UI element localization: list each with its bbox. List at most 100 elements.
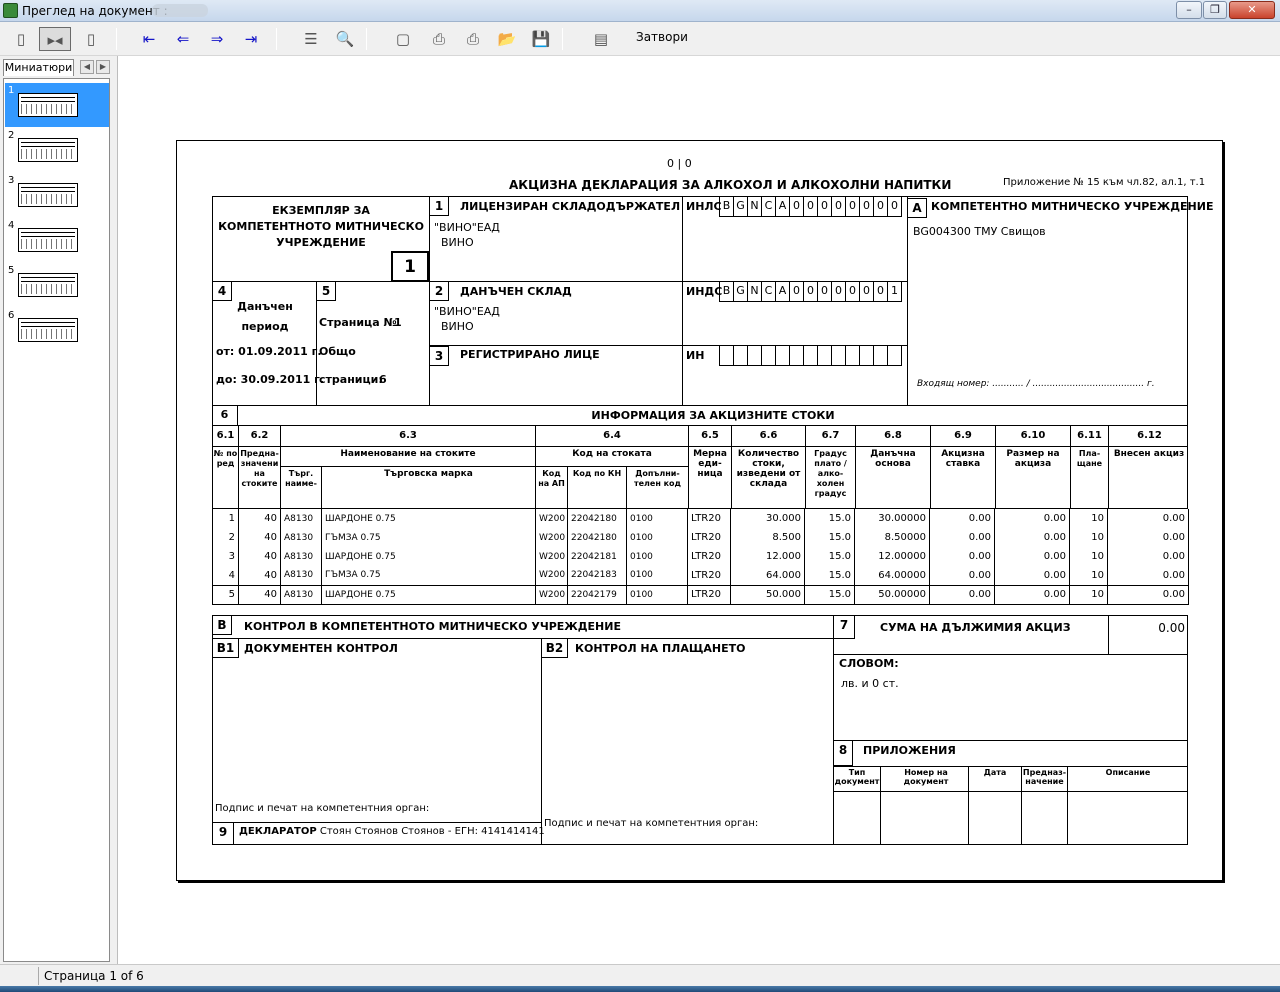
code-char-box: N [747,196,761,216]
inls-label: ИНЛС [686,200,722,213]
open-icon[interactable]: 📂 [494,27,520,51]
find-icon[interactable]: 🔍 [332,27,358,51]
last-page-icon[interactable]: ⇥ [238,27,264,51]
period-to: до: 30.09.2011 г. [216,373,325,386]
tab-scroll-left-icon[interactable]: ◀ [80,60,94,74]
row-payment: 10 [1069,566,1108,586]
row-tax-base: 12.00000 [854,547,930,566]
page-setup-icon[interactable]: ▢ [390,27,416,51]
column-number: 6.1 [213,426,239,446]
inls-code: BGNCA00000000 [719,196,902,217]
row-brand: ГЪМЗА 0.75 [321,566,536,586]
customs-office: BG004300 ТМУ Свищов [913,225,1046,238]
code-char-box [887,345,901,365]
att-date-header: Дата [983,768,1007,777]
row-unit: LTR20 [687,528,731,547]
row-code-kn: 22042179 [567,584,627,605]
minimize-button[interactable]: – [1176,1,1202,19]
thumbnail-page-6[interactable]: 6 [5,308,109,352]
single-page-view-icon[interactable]: ▯ [8,27,34,51]
thumbnail-page-2[interactable]: 2 [5,128,109,172]
att-number-header: Номер на документ [903,768,949,786]
att-description-header: Описание [1105,768,1151,777]
thumbnail-page-4[interactable]: 4 [5,218,109,262]
box-b-title: КОНТРОЛ В КОМПЕТЕНТНОТО МИТНИЧЕСКО УЧРЕЖ… [244,620,621,633]
header-code-kn: Код по КН [568,467,627,508]
in-words-value: лв. и 0 ст. [841,677,899,690]
code-char-box: 1 [887,281,901,301]
tab-scroll-right-icon[interactable]: ▶ [96,60,110,74]
row-excise-amount: 0.00 [994,528,1070,547]
row-quantity: 64.000 [730,566,805,586]
row-purpose: 40 [238,509,281,528]
row-code-kn: 22042183 [567,566,627,586]
page-status: Страница 1 of 6 [44,969,144,983]
row-excise-rate: 0.00 [929,547,995,566]
row-quantity: 8.500 [730,528,805,547]
copy-designation: ЕКЗЕМПЛЯР ЗА КОМПЕТЕНТНОТО МИТНИЧЕСКО УЧРЕ… [218,204,424,249]
thumbnail-page-1[interactable]: 1 [5,83,109,127]
row-code-kn: 22042180 [567,528,627,547]
declarant-value: Стоян Стоянов Стоянов - ЕГН: 4141414141 [319,826,545,837]
code-char-box: 0 [831,196,845,216]
row-excise-amount: 0.00 [994,566,1070,586]
code-char-box [733,345,747,365]
save-icon[interactable]: 💾 [528,27,554,51]
row-purpose: 40 [238,547,281,566]
code-char-box: 0 [873,196,887,216]
close-preview-button[interactable]: Затвори [636,30,688,44]
row-additional-code: 0100 [626,547,688,566]
row-code-kn: 22042181 [567,547,627,566]
box-b-letter: B [212,615,232,635]
code-char-box [803,345,817,365]
box-8-number: 8 [833,740,853,766]
row-number: 1 [212,509,239,528]
row-degree: 15.0 [804,566,855,586]
att-type-header: Тип документ [834,768,880,786]
previous-page-icon[interactable]: ⇐ [170,27,196,51]
column-number: 6.7 [806,426,856,446]
first-page-icon[interactable]: ⇤ [136,27,162,51]
code-char-box: G [733,196,747,216]
signature-label-b2: Подпис и печат на компетентния орган: [544,818,759,829]
table-row: 2 40 A8130 ГЪМЗА 0.75 W200 22042180 0100 LTR20 8… [212,528,1189,547]
export-icon[interactable]: ▤ [588,27,614,51]
row-code-ap: W200 [535,566,568,586]
code-char-box: 0 [859,196,873,216]
row-unit: LTR20 [687,547,731,566]
table-row: 5 40 A8130 ШАРДОНЕ 0.75 W200 22042179 0100 LTR2… [212,584,1189,605]
row-purpose: 40 [238,566,281,586]
print-icon[interactable]: ⎙ [460,27,486,51]
maximize-button[interactable]: ❐ [1203,1,1227,19]
column-number: 6.8 [856,426,931,446]
row-unit: LTR20 [687,584,731,605]
code-char-box: 0 [845,196,859,216]
two-page-view-icon[interactable]: ▸◂ [39,27,71,51]
next-page-icon[interactable]: ⇒ [204,27,230,51]
column-number: 6.5 [689,426,732,446]
box-b2-label: B2 [541,638,568,658]
toolbar: ▯ ▸◂ ▯ ⇤ ⇐ ⇒ ⇥ ☰ 🔍 ▢ ⎙ ⎙ 📂 💾 ▤ Затвори [0,22,1280,56]
row-trade-name: A8130 [280,509,322,528]
tax-warehouse-name: "ВИНО"ЕАД [434,305,500,318]
row-paid-excise: 0.00 [1107,547,1189,566]
go-to-page-icon[interactable]: ☰ [298,27,324,51]
row-additional-code: 0100 [626,528,688,547]
page-width-view-icon[interactable]: ▯ [78,27,104,51]
row-excise-rate: 0.00 [929,528,995,547]
thumbnail-page-5[interactable]: 5 [5,263,109,307]
row-paid-excise: 0.00 [1107,509,1189,528]
code-char-box [789,345,803,365]
payment-control-title: КОНТРОЛ НА ПЛАЩАНЕТО [575,642,746,655]
row-code-ap: W200 [535,509,568,528]
row-trade-name: A8130 [280,584,322,605]
tab-thumbnails[interactable]: Миниатюри [3,59,74,76]
thumbnail-page-3[interactable]: 3 [5,173,109,217]
close-window-button[interactable]: ✕ [1229,1,1275,19]
tax-period-label: Данъчен период [237,300,293,333]
print-setup-icon[interactable]: ⎙ [426,27,452,51]
code-char-box: B [719,196,733,216]
pages-label: страници: [319,373,383,386]
code-char-box: 0 [803,281,817,301]
box-1-number: 1 [429,196,449,216]
